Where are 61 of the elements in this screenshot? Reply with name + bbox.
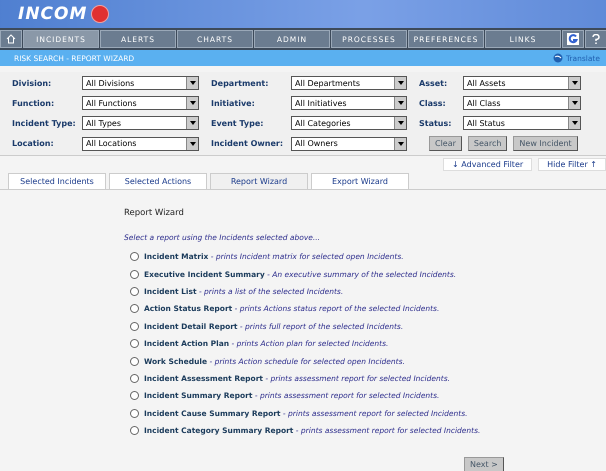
section-title: Report Wizard xyxy=(124,208,185,218)
caret-icon xyxy=(186,77,198,89)
filter-label: Division: xyxy=(12,78,52,88)
filter-dropdown[interactable]: All Functions xyxy=(82,96,199,110)
caret-icon xyxy=(394,138,406,150)
radio-button[interactable] xyxy=(130,374,139,383)
radio-button[interactable] xyxy=(130,408,139,418)
filter-button[interactable]: Clear xyxy=(429,136,462,151)
next-button[interactable]: Next > xyxy=(464,457,504,471)
filter-button[interactable]: New Incident xyxy=(513,136,578,151)
caret-icon xyxy=(394,97,406,109)
tab[interactable]: Selected Incidents xyxy=(8,173,106,189)
filter-dropdown[interactable]: All Locations xyxy=(82,136,199,150)
filter-label: Event Type: xyxy=(211,118,264,128)
home-icon[interactable] xyxy=(0,30,22,48)
filter-label: Department: xyxy=(211,78,270,88)
caret-icon xyxy=(186,117,198,129)
filter-toggle-link[interactable]: Hide Filter ↑ xyxy=(538,158,606,171)
filter-toggle-link[interactable]: ↓ Advanced Filter xyxy=(443,158,532,171)
filter-dropdown[interactable]: All Divisions xyxy=(82,76,199,90)
caret-icon xyxy=(186,97,198,109)
caret-icon xyxy=(394,77,406,89)
filter-label: Location: xyxy=(12,139,55,148)
filter-dropdown[interactable]: All Status xyxy=(463,116,581,130)
filter-dropdown[interactable]: All Types xyxy=(82,116,199,130)
radio-button[interactable] xyxy=(130,426,139,436)
globe-icon xyxy=(552,53,563,63)
filter-dropdown[interactable]: All Assets xyxy=(463,76,581,90)
filter-label: Asset: xyxy=(419,78,448,88)
caret-icon xyxy=(568,97,580,109)
filter-dropdown[interactable]: All Departments xyxy=(291,76,407,90)
tab[interactable]: Selected Actions xyxy=(109,173,207,189)
caret-icon xyxy=(394,117,406,129)
help-icon[interactable] xyxy=(585,30,606,48)
filter-label: Function: xyxy=(12,98,56,108)
filter-label: Incident Type: xyxy=(12,118,77,128)
radio-button[interactable] xyxy=(130,270,139,279)
caret-icon xyxy=(568,117,580,129)
tab[interactable]: Report Wizard xyxy=(210,173,308,189)
google-icon[interactable] xyxy=(562,30,584,48)
badge-icon xyxy=(91,5,110,23)
caret-icon xyxy=(568,77,580,89)
radio-button[interactable] xyxy=(130,304,139,314)
filter-dropdown[interactable]: All Owners xyxy=(291,136,407,150)
filter-dropdown[interactable]: All Initiatives xyxy=(291,96,407,110)
radio-button[interactable] xyxy=(130,322,139,331)
tab[interactable]: Export Wizard xyxy=(311,173,409,189)
filter-button[interactable]: Search xyxy=(468,136,508,151)
filter-label: Status: xyxy=(419,118,452,128)
radio-button[interactable] xyxy=(130,339,139,348)
filter-label: Incident Owner: xyxy=(211,139,284,148)
filter-label: Class: xyxy=(419,98,447,108)
caret-icon xyxy=(186,138,198,150)
radio-button[interactable] xyxy=(130,252,139,262)
filter-label: Initiative: xyxy=(211,98,256,108)
logo: INCOM xyxy=(18,4,88,24)
radio-button[interactable] xyxy=(130,391,139,400)
filter-dropdown[interactable]: All Categories xyxy=(291,116,407,130)
radio-button[interactable] xyxy=(130,286,139,296)
filter-dropdown[interactable]: All Class xyxy=(463,96,581,110)
radio-button[interactable] xyxy=(130,356,139,366)
